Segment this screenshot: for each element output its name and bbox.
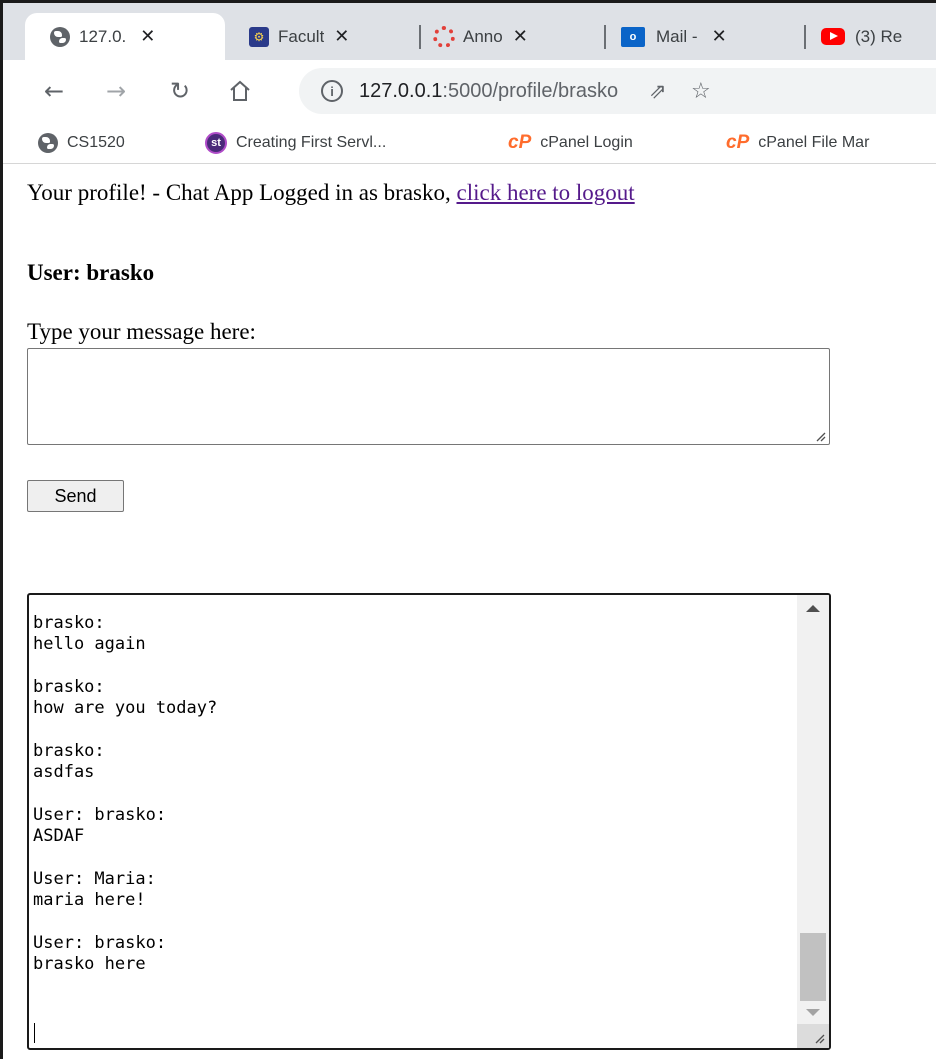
page-content: Your profile! - Chat App Logged in as br…: [3, 164, 936, 1059]
message-label: Type your message here:: [27, 319, 256, 344]
url-path: :5000/profile/brasko: [442, 79, 619, 102]
scroll-up-arrow-icon[interactable]: [806, 605, 820, 612]
tab-title: 127.0.: [79, 26, 127, 46]
scroll-thumb[interactable]: [800, 933, 826, 1001]
bookmark-label: Creating First Servl...: [236, 133, 387, 151]
chat-message-author: User: Maria:: [33, 869, 156, 889]
chat-message: User: Maria: maria here!: [33, 869, 793, 911]
send-button[interactable]: Send: [27, 480, 124, 512]
home-button[interactable]: [223, 74, 257, 108]
globe-icon: [49, 26, 71, 48]
tab-faculty[interactable]: ⚙ Facult ✕: [248, 13, 408, 60]
chat-message-text: asdfas: [33, 762, 95, 782]
chat-message: User: brasko: ASDAF: [33, 805, 793, 847]
url-host: 127.0.0.1: [359, 79, 443, 102]
tab-title: (3) Re: [855, 26, 903, 46]
bookmarks-bar: CS1520 st Creating First Servl... cP cPa…: [3, 122, 936, 164]
st-icon: st: [205, 131, 227, 154]
close-icon[interactable]: ✕: [140, 26, 155, 47]
chat-message-text: maria here!: [33, 890, 146, 910]
cpanel-icon: cP: [508, 131, 532, 153]
bookmark-cpanel-file-manager[interactable]: cP cPanel File Mar: [726, 122, 869, 163]
chat-message-text: how are you today?: [33, 698, 218, 718]
user-heading: User: brasko: [27, 260, 155, 285]
close-icon[interactable]: ✕: [513, 26, 528, 47]
tab-separator: [604, 25, 606, 49]
header-text: Your profile! - Chat App Logged in as br…: [27, 180, 457, 205]
tab-title: Mail -: [656, 26, 698, 46]
address-bar[interactable]: i 127.0.0.1:5000/profile/brasko ⇗ ☆: [299, 68, 936, 114]
chat-message-author: User: brasko:: [33, 805, 167, 825]
tab-youtube[interactable]: (3) Re: [819, 13, 936, 60]
close-icon[interactable]: ✕: [712, 26, 727, 47]
tab-announcements[interactable]: Anno ✕: [433, 13, 593, 60]
chat-message-author: User: brasko:: [33, 933, 167, 953]
browser-toolbar: ← → ↻ i 127.0.0.1:5000/profile/brasko ⇗ …: [3, 60, 936, 122]
bookmark-cs1520[interactable]: CS1520: [38, 122, 125, 163]
tab-title: Anno: [463, 26, 503, 46]
tab-separator: [419, 25, 421, 49]
bookmark-cpanel-login[interactable]: cP cPanel Login: [508, 122, 633, 163]
globe-icon: [38, 132, 58, 153]
bookmark-label: cPanel Login: [540, 133, 633, 151]
cpanel-icon: cP: [726, 131, 750, 153]
chat-message: brasko: asdfas: [33, 741, 793, 783]
resize-grip-icon[interactable]: [813, 1032, 825, 1044]
close-icon[interactable]: ✕: [334, 26, 349, 47]
tab-strip: 127.0. ✕ ⚙ Facult ✕ Anno ✕ o Mail - ✕ (3…: [3, 3, 936, 60]
bookmark-label: cPanel File Mar: [758, 133, 870, 151]
back-button[interactable]: ←: [37, 74, 71, 108]
chat-message-text: ASDAF: [33, 826, 85, 846]
chat-message-author: brasko:: [33, 741, 105, 761]
page-header: Your profile! - Chat App Logged in as br…: [27, 180, 635, 206]
chat-message-author: brasko:: [33, 677, 105, 697]
share-icon[interactable]: ⇗: [649, 79, 667, 103]
chat-log[interactable]: brasko: hello again brasko: how are you tod…: [27, 593, 831, 1050]
home-icon: [230, 80, 250, 101]
arrow-left-icon: ←: [43, 77, 65, 105]
tab-title: Facult: [278, 26, 325, 46]
chat-resize-corner[interactable]: [797, 1024, 829, 1048]
university-icon: ⚙: [248, 26, 270, 48]
chat-message-text: hello again: [33, 634, 146, 654]
chat-message: brasko: hello again: [33, 613, 793, 655]
info-icon[interactable]: i: [321, 80, 343, 102]
text-caret: [34, 1023, 35, 1043]
chat-message: brasko: how are you today?: [33, 677, 793, 719]
forward-button[interactable]: →: [99, 74, 133, 108]
reload-icon: ↻: [169, 77, 191, 105]
star-icon[interactable]: ☆: [691, 79, 711, 104]
chat-message-author: brasko:: [33, 613, 105, 633]
canvas-icon: [433, 25, 455, 48]
scroll-down-arrow-icon[interactable]: [806, 1009, 820, 1016]
chat-messages: brasko: hello again brasko: how are you tod…: [33, 595, 793, 997]
youtube-icon: [819, 26, 847, 48]
tab-profile[interactable]: 127.0. ✕: [25, 13, 225, 60]
arrow-right-icon: →: [105, 77, 127, 105]
message-input[interactable]: [27, 348, 830, 445]
outlook-icon: o: [618, 26, 648, 48]
logout-link[interactable]: click here to logout: [457, 180, 635, 205]
chat-scrollbar[interactable]: [797, 595, 829, 1048]
chat-message: User: brasko: brasko here: [33, 933, 793, 975]
reload-button[interactable]: ↻: [163, 74, 197, 108]
chat-message-text: brasko here: [33, 954, 146, 974]
tab-separator: [804, 25, 806, 49]
tab-mail[interactable]: o Mail - ✕: [618, 13, 793, 60]
bookmark-label: CS1520: [67, 133, 125, 151]
resize-grip-icon[interactable]: [814, 430, 826, 442]
bookmark-creating-first-servlet[interactable]: st Creating First Servl...: [205, 122, 386, 163]
